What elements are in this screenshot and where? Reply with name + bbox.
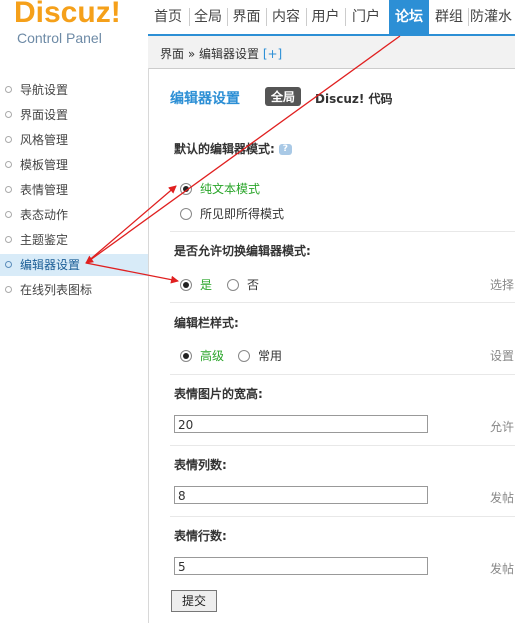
bullet-icon (5, 211, 12, 218)
bullet-icon (5, 261, 12, 268)
row-divider (170, 516, 515, 517)
breadcrumb-bar: 界面 » 编辑器设置 [+] (148, 36, 515, 69)
tab-content[interactable]: 内容 (267, 0, 305, 34)
bullet-icon (5, 286, 12, 293)
smiley-columns-label: 表情列数: (174, 458, 227, 472)
tab-groups[interactable]: 群组 (431, 0, 467, 34)
main-content: 编辑器设置 全局 Discuz! 代码 默认的编辑器模式:? 纯文本模式 所见即… (150, 70, 515, 623)
radio-label: 所见即所得模式 (200, 207, 285, 221)
logo-subtitle: Control Panel (17, 30, 102, 46)
sidebar-item-label: 编辑器设置 (20, 258, 81, 272)
radio-label: 是 (200, 278, 213, 292)
scope-badge[interactable]: 全局 (265, 87, 302, 106)
tab-portal[interactable]: 门户 (346, 0, 386, 34)
radio-selected-icon (180, 182, 192, 195)
radio-switch-yes[interactable]: 是 (180, 276, 212, 293)
hint-text: 发帖 (490, 491, 515, 505)
radio-wysiwyg-mode[interactable]: 所见即所得模式 (180, 205, 284, 222)
bullet-icon (5, 136, 12, 143)
radio-toolbar-advanced[interactable]: 高级 (180, 347, 224, 364)
sidebar-item-interface-settings[interactable]: 界面设置 (0, 104, 148, 126)
add-shortcut-link[interactable]: [+] (263, 47, 282, 61)
sidebar-item-thread-stamps[interactable]: 主题鉴定 (0, 229, 148, 251)
smiley-rows-input[interactable]: 5 (174, 557, 428, 575)
hint-text: 发帖 (490, 562, 515, 576)
discuz-code-link[interactable]: Discuz! 代码 (315, 90, 393, 107)
tab-interface[interactable]: 界面 (228, 0, 265, 34)
radio-label: 常用 (258, 349, 283, 363)
allow-switch-label: 是否允许切换编辑器模式: (174, 244, 311, 258)
sidebar-item-label: 模板管理 (20, 158, 69, 172)
breadcrumb-path: 界面 » 编辑器设置 (160, 47, 259, 61)
radio-unselected-icon (227, 278, 239, 291)
radio-label: 高级 (200, 349, 225, 363)
sidebar-item-online-list-icons[interactable]: 在线列表图标 (0, 279, 148, 301)
logo-area: Discuz! Control Panel (0, 0, 148, 68)
sidebar-item-nav-settings[interactable]: 导航设置 (0, 79, 148, 101)
sidebar-item-style-management[interactable]: 风格管理 (0, 129, 148, 151)
page-title: 编辑器设置 (170, 91, 240, 107)
radio-selected-icon (180, 278, 192, 291)
tab-anti-spam[interactable]: 防灌水 (470, 0, 515, 34)
sidebar-item-editor-settings[interactable]: 编辑器设置 (0, 254, 148, 276)
sidebar-item-label: 主题鉴定 (20, 233, 69, 247)
help-icon[interactable]: ? (278, 144, 292, 155)
default-mode-label-text: 默认的编辑器模式: (174, 142, 275, 156)
sidebar-item-label: 表态动作 (20, 208, 69, 222)
row-divider (170, 231, 515, 232)
hint-text: 选择 (490, 278, 515, 292)
radio-unselected-icon (180, 207, 192, 220)
radio-switch-no[interactable]: 否 (227, 276, 259, 293)
tab-separator (468, 8, 469, 26)
tab-home[interactable]: 首页 (148, 0, 188, 34)
radio-label: 纯文本模式 (200, 182, 261, 196)
sidebar-item-label: 在线列表图标 (20, 283, 93, 297)
sidebar-item-reaction-actions[interactable]: 表态动作 (0, 204, 148, 226)
sidebar-item-label: 风格管理 (20, 133, 69, 147)
tab-forum[interactable]: 论坛 (389, 0, 429, 34)
bullet-icon (5, 86, 12, 93)
sidebar: 导航设置 界面设置 风格管理 模板管理 表情管理 表态动作 主题鉴定 编辑器设置… (0, 68, 149, 623)
sidebar-item-smiley-management[interactable]: 表情管理 (0, 179, 148, 201)
submit-button[interactable]: 提交 (171, 590, 217, 612)
smiley-rows-label: 表情行数: (174, 529, 227, 543)
default-mode-label: 默认的编辑器模式:? (174, 140, 292, 157)
breadcrumb: 界面 » 编辑器设置 [+] (160, 45, 282, 62)
sidebar-item-template-management[interactable]: 模板管理 (0, 154, 148, 176)
bullet-icon (5, 161, 12, 168)
radio-toolbar-common[interactable]: 常用 (238, 347, 282, 364)
row-divider (170, 302, 515, 303)
row-divider (170, 445, 515, 446)
tab-global[interactable]: 全局 (190, 0, 226, 34)
sidebar-item-label: 导航设置 (20, 83, 69, 97)
radio-selected-icon (180, 349, 192, 362)
radio-plain-text-mode[interactable]: 纯文本模式 (180, 180, 260, 197)
smiley-size-input[interactable]: 20 (174, 415, 428, 433)
hint-text: 设置 (490, 349, 515, 363)
smiley-columns-input[interactable]: 8 (174, 486, 428, 504)
tab-users[interactable]: 用户 (307, 0, 344, 34)
bullet-icon (5, 186, 12, 193)
sidebar-item-label: 表情管理 (20, 183, 69, 197)
row-divider (170, 374, 515, 375)
bullet-icon (5, 236, 12, 243)
radio-label: 否 (247, 278, 260, 292)
smiley-size-label: 表情图片的宽高: (174, 387, 263, 401)
hint-text: 允许 (490, 420, 515, 434)
bullet-icon (5, 111, 12, 118)
logo: Discuz! (14, 0, 121, 29)
sidebar-item-label: 界面设置 (20, 108, 69, 122)
radio-unselected-icon (238, 349, 250, 362)
top-navigation: 首页 全局 界面 内容 用户 门户 论坛 群组 防灌水 (148, 0, 515, 34)
toolbar-style-label: 编辑栏样式: (174, 316, 239, 330)
